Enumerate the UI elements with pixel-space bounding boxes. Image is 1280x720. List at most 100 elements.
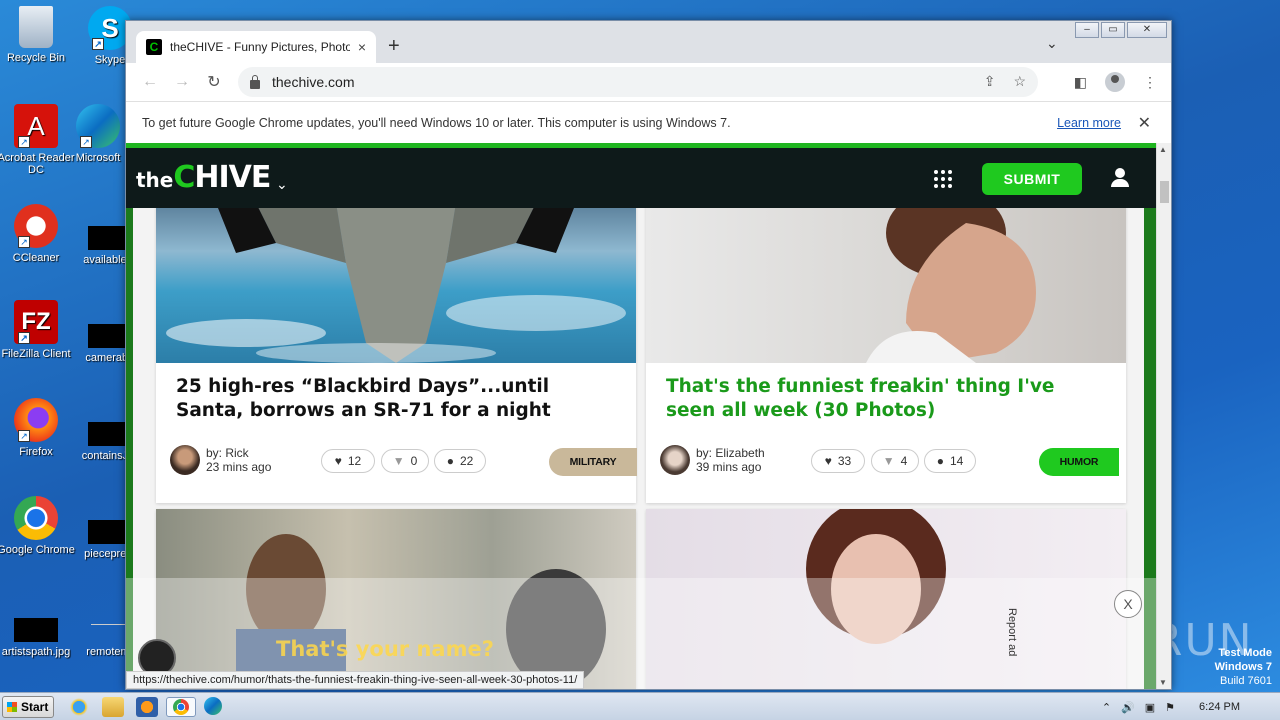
post-time: 39 mins ago xyxy=(696,460,762,474)
submit-button[interactable]: SUBMIT xyxy=(982,163,1082,195)
dislike-button[interactable]: ▼ 0 xyxy=(381,449,429,473)
user-account-icon[interactable] xyxy=(1110,168,1130,188)
comments-button[interactable]: ● 22 xyxy=(434,449,486,473)
shortcut-arrow-icon: ↗ xyxy=(18,236,30,248)
desktop-icon-label: Microsoft xyxy=(75,152,121,164)
watermark-line: Build 7601 xyxy=(1220,675,1272,687)
close-window-button[interactable]: ✕ xyxy=(1127,22,1167,38)
article-card[interactable]: That's the funniest freakin' thing I've … xyxy=(646,188,1126,503)
desktop-icon-label: Google Chrome xyxy=(0,544,75,556)
forward-arrow-icon[interactable]: → xyxy=(166,73,198,91)
file-thumbnail-icon xyxy=(88,422,128,446)
logo-c: C xyxy=(173,160,195,195)
shortcut-arrow-icon: ↗ xyxy=(18,136,30,148)
apps-grid-icon[interactable] xyxy=(934,170,952,188)
tab-close-icon[interactable]: × xyxy=(358,39,366,55)
desktop-icon-label: camerabi xyxy=(85,352,131,364)
category-tag[interactable]: HUMOR xyxy=(1039,448,1119,476)
comments-button[interactable]: ● 14 xyxy=(924,449,976,473)
infobar-message: To get future Google Chrome updates, you… xyxy=(142,115,731,130)
browser-tab[interactable]: C theCHIVE - Funny Pictures, Photos, × xyxy=(136,31,376,63)
maximize-button[interactable]: ▭ xyxy=(1101,22,1125,38)
desktop-icon-chrome[interactable]: Google Chrome xyxy=(0,496,76,556)
ie-icon[interactable] xyxy=(68,697,90,717)
article-image[interactable] xyxy=(156,203,636,363)
scroll-thumb[interactable] xyxy=(1160,181,1169,203)
side-panel-icon[interactable]: ◧ xyxy=(1074,74,1087,91)
reload-icon[interactable]: ↻ xyxy=(198,72,230,92)
report-ad-link[interactable]: Report ad xyxy=(1006,608,1018,656)
lock-icon xyxy=(250,74,260,89)
new-tab-button[interactable]: + xyxy=(388,35,400,58)
desktop-icon-label: FileZilla Client xyxy=(1,348,71,360)
shortcut-arrow-icon: ↗ xyxy=(18,332,30,344)
tab-search-chevron-icon[interactable]: ⌄ xyxy=(1046,35,1058,52)
desktop-icon-filezilla[interactable]: FZ ↗ FileZilla Client xyxy=(0,300,76,360)
article-card[interactable]: 25 high-res “Blackbird Days”...until San… xyxy=(156,203,637,503)
article-image[interactable] xyxy=(646,188,1126,363)
watermark-line: Windows 7 xyxy=(1214,661,1272,673)
thumbs-down-icon: ▼ xyxy=(392,454,405,468)
firefox-icon: ↗ xyxy=(14,398,58,442)
like-count: 12 xyxy=(347,454,362,468)
category-tag[interactable]: MILITARY xyxy=(549,448,637,476)
taskbar: Start ⌃ 🔊 ▣ ⚑ 6:24 PM xyxy=(0,692,1280,720)
action-center-flag-icon[interactable]: ⚑ xyxy=(1165,701,1175,714)
infobar-close-icon[interactable]: ✕ xyxy=(1138,113,1151,133)
dislike-count: 4 xyxy=(900,454,908,468)
article-author: by: Rick 23 mins ago xyxy=(170,445,271,475)
like-button[interactable]: ♥ 12 xyxy=(321,449,375,473)
author-name[interactable]: by: Elizabeth xyxy=(696,446,765,460)
like-count: 33 xyxy=(837,454,852,468)
thumbs-down-icon: ▼ xyxy=(882,454,895,468)
filezilla-icon: FZ ↗ xyxy=(14,300,58,344)
dislike-button[interactable]: ▼ 4 xyxy=(871,449,919,473)
file-thumbnail-icon xyxy=(91,624,125,642)
article-title[interactable]: That's the funniest freakin' thing I've … xyxy=(666,375,1106,423)
desktop-icon-label: Skype xyxy=(94,54,126,66)
author-name[interactable]: by: Rick xyxy=(206,446,271,460)
like-button[interactable]: ♥ 33 xyxy=(811,449,865,473)
woman-portrait-image xyxy=(866,188,1036,363)
address-bar[interactable]: thechive.com ⇪ ☆ xyxy=(238,67,1038,97)
file-thumbnail-icon xyxy=(88,520,128,544)
bookmark-star-icon[interactable]: ☆ xyxy=(1013,73,1026,90)
acrobat-icon: A ↗ xyxy=(14,104,58,148)
desktop-icon-ccleaner[interactable]: ↗ CCleaner xyxy=(0,204,76,264)
thechive-logo[interactable]: theCHIVE xyxy=(136,160,271,195)
system-tray: ⌃ 🔊 ▣ ⚑ 6:24 PM xyxy=(1102,693,1280,720)
scroll-down-icon[interactable]: ▼ xyxy=(1159,678,1167,687)
start-button[interactable]: Start xyxy=(2,696,54,718)
site-header: theCHIVE ⌄ SUBMIT xyxy=(126,148,1156,208)
desktop-icon-recycle-bin[interactable]: Recycle Bin xyxy=(0,6,76,64)
explorer-folder-icon[interactable] xyxy=(102,697,124,717)
minimize-button[interactable]: – xyxy=(1075,22,1099,38)
shortcut-arrow-icon: ↗ xyxy=(80,136,92,148)
volume-icon[interactable]: 🔊 xyxy=(1121,701,1135,714)
show-hidden-icons-icon[interactable]: ⌃ xyxy=(1102,701,1111,714)
logo-hive: HIVE xyxy=(194,160,271,195)
article-title[interactable]: 25 high-res “Blackbird Days”...until San… xyxy=(176,375,616,423)
scroll-up-icon[interactable]: ▲ xyxy=(1159,145,1167,154)
profile-avatar-icon[interactable] xyxy=(1105,72,1125,92)
chive-favicon-icon: C xyxy=(146,39,162,55)
edge-taskbar-icon[interactable] xyxy=(204,697,222,715)
ad-close-button[interactable]: X xyxy=(1114,590,1142,618)
page-scrollbar[interactable]: ▲ ▼ xyxy=(1156,143,1171,689)
learn-more-link[interactable]: Learn more xyxy=(1057,116,1121,130)
desktop-icon-firefox[interactable]: ↗ Firefox xyxy=(0,398,76,458)
chrome-icon xyxy=(14,496,58,540)
dislike-count: 0 xyxy=(410,454,418,468)
share-icon[interactable]: ⇪ xyxy=(984,73,996,90)
chrome-taskbar-icon[interactable] xyxy=(166,697,196,717)
chrome-menu-icon[interactable]: ⋮ xyxy=(1143,74,1157,91)
network-icon[interactable]: ▣ xyxy=(1145,701,1155,714)
clock[interactable]: 6:24 PM xyxy=(1199,701,1240,713)
browser-toolbar: ← → ↻ thechive.com ⇪ ☆ ◧ ⋮ xyxy=(126,63,1171,101)
logo-chevron-down-icon[interactable]: ⌄ xyxy=(276,176,288,193)
comment-count: 22 xyxy=(459,454,474,468)
back-arrow-icon[interactable]: ← xyxy=(134,73,166,91)
desktop-icon-file[interactable]: artistspath.jpg xyxy=(0,618,76,658)
desktop-icon-label: CCleaner xyxy=(12,252,60,264)
media-player-icon[interactable] xyxy=(136,697,158,717)
